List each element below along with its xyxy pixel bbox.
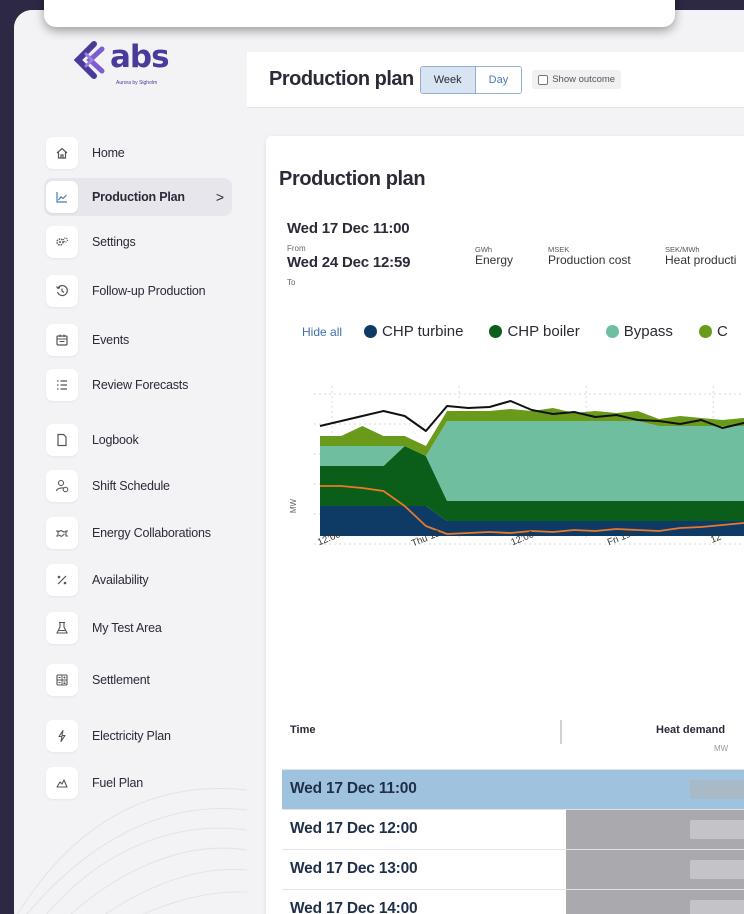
sidebar-item-logbook[interactable]: Logbook xyxy=(44,421,232,459)
production-chart: MW 12:00 Thu 18 12:00 Fri 19 12 xyxy=(289,386,744,549)
flask-icon xyxy=(46,612,78,644)
column-header-heat-demand[interactable]: Heat demand xyxy=(656,724,725,736)
column-resize-handle[interactable] xyxy=(560,720,562,744)
row-time: Wed 17 Dec 13:00 xyxy=(290,860,418,877)
legend-dot-icon xyxy=(698,325,712,338)
brand-tagline: Aurora by Sigholm xyxy=(116,80,158,86)
handshake-icon xyxy=(46,517,78,549)
history-icon xyxy=(46,275,78,307)
kpi-name: Heat producti xyxy=(665,253,737,267)
page-title: Production plan xyxy=(269,68,414,90)
chart-icon xyxy=(46,181,78,213)
gears-icon xyxy=(46,226,78,258)
row-value-chip xyxy=(690,780,744,799)
list-icon xyxy=(46,369,78,401)
sidebar-item-production-plan[interactable]: Production Plan > xyxy=(44,178,232,216)
view-toggle: Week Day xyxy=(419,65,523,94)
sidebar-item-fuel-plan[interactable]: Fuel Plan xyxy=(44,764,232,802)
card-title: Production plan xyxy=(279,168,426,190)
brand-name: abs xyxy=(110,39,170,75)
kpi-energy: GWh Energy xyxy=(475,246,513,267)
show-outcome-checkbox[interactable]: Show outcome xyxy=(532,70,622,89)
home-icon xyxy=(46,137,78,169)
day-view-button[interactable]: Day xyxy=(475,66,522,93)
legend-dot-icon xyxy=(605,325,619,338)
row-value-chip xyxy=(690,820,744,839)
column-header-time[interactable]: Time xyxy=(290,724,315,736)
legend-item-c[interactable]: C xyxy=(698,323,728,340)
sidebar-item-review-forecasts[interactable]: Review Forecasts xyxy=(44,366,232,404)
legend-item-chp-boiler[interactable]: CHP boiler xyxy=(489,323,580,340)
table-header: Time Heat demand MW xyxy=(282,718,744,770)
sidebar-item-home[interactable]: Home xyxy=(44,134,232,172)
production-plan-card: Production plan Wed 17 Dec 11:00 From We… xyxy=(266,136,744,914)
column-unit: MW xyxy=(714,744,729,753)
sidebar-item-electricity-plan[interactable]: Electricity Plan xyxy=(44,717,232,755)
week-view-button[interactable]: Week xyxy=(420,66,476,93)
kpi-name: Production cost xyxy=(548,253,631,267)
production-table: Time Heat demand MW Wed 17 Dec 11:00 Wed… xyxy=(282,718,744,914)
chart-areas xyxy=(320,408,744,536)
flame-icon xyxy=(46,767,78,799)
sidebar-item-settlement[interactable]: Settlement xyxy=(44,661,232,699)
table-row[interactable]: Wed 17 Dec 12:00 xyxy=(282,810,744,850)
bolt-icon xyxy=(46,720,78,752)
legend-item-bypass[interactable]: Bypass xyxy=(605,323,673,340)
user-clock-icon xyxy=(46,470,78,502)
y-axis-label: MW xyxy=(289,498,298,513)
page-header: Production plan Week Day Show outcome xyxy=(247,52,744,108)
x-tick-label: 12:00 xyxy=(316,529,342,548)
percent-icon xyxy=(46,564,78,596)
legend-item-chp-turbine[interactable]: CHP turbine xyxy=(364,323,463,340)
calculator-icon xyxy=(46,664,78,696)
table-row[interactable]: Wed 17 Dec 14:00 xyxy=(282,890,744,914)
chevron-right-icon: > xyxy=(215,189,224,205)
row-time: Wed 17 Dec 11:00 xyxy=(290,780,417,797)
from-label: From xyxy=(287,244,306,253)
row-value-chip xyxy=(690,860,744,879)
sidebar-item-availability[interactable]: Availability xyxy=(44,561,232,599)
sidebar-item-my-test-area[interactable]: My Test Area xyxy=(44,609,232,647)
logo-mark-icon xyxy=(73,41,105,79)
hide-all-link[interactable]: Hide all xyxy=(302,325,342,339)
row-time: Wed 17 Dec 14:00 xyxy=(290,900,418,914)
kpi-heat-production: SEK/MWh Heat producti xyxy=(665,246,736,267)
sidebar: abs Aurora by Sigholm Home Production Pl… xyxy=(14,10,247,914)
kpi-production-cost: MSEK Production cost xyxy=(548,246,631,267)
brand-logo[interactable]: abs Aurora by Sigholm xyxy=(72,39,170,86)
table-row[interactable]: Wed 17 Dec 13:00 xyxy=(282,850,744,890)
table-row[interactable]: Wed 17 Dec 11:00 xyxy=(282,770,744,810)
row-value-chip xyxy=(690,900,744,914)
to-date[interactable]: Wed 24 Dec 12:59 xyxy=(287,254,410,271)
kpi-name: Energy xyxy=(475,253,514,267)
legend-dot-icon xyxy=(489,325,503,338)
popup-panel xyxy=(44,0,675,27)
sidebar-item-events[interactable]: Events xyxy=(44,321,232,359)
sidebar-item-energy-collaborations[interactable]: Energy Collaborations xyxy=(44,514,232,552)
document-icon xyxy=(46,424,78,456)
app-window: abs Aurora by Sigholm Home Production Pl… xyxy=(14,10,744,914)
show-outcome-label: Show outcome xyxy=(552,74,616,85)
checkbox-icon xyxy=(538,74,549,85)
sidebar-item-settings[interactable]: Settings xyxy=(44,223,232,261)
row-time: Wed 17 Dec 12:00 xyxy=(290,820,418,837)
calendar-icon xyxy=(46,324,78,356)
sidebar-item-shift-schedule[interactable]: Shift Schedule xyxy=(44,467,232,505)
from-date[interactable]: Wed 17 Dec 11:00 xyxy=(287,220,410,237)
sidebar-item-follow-up-production[interactable]: Follow-up Production xyxy=(44,272,232,310)
to-label: To xyxy=(287,278,296,287)
chart-legend: Hide all CHP turbine CHP boiler Bypass C xyxy=(302,323,744,340)
legend-dot-icon xyxy=(364,325,378,338)
